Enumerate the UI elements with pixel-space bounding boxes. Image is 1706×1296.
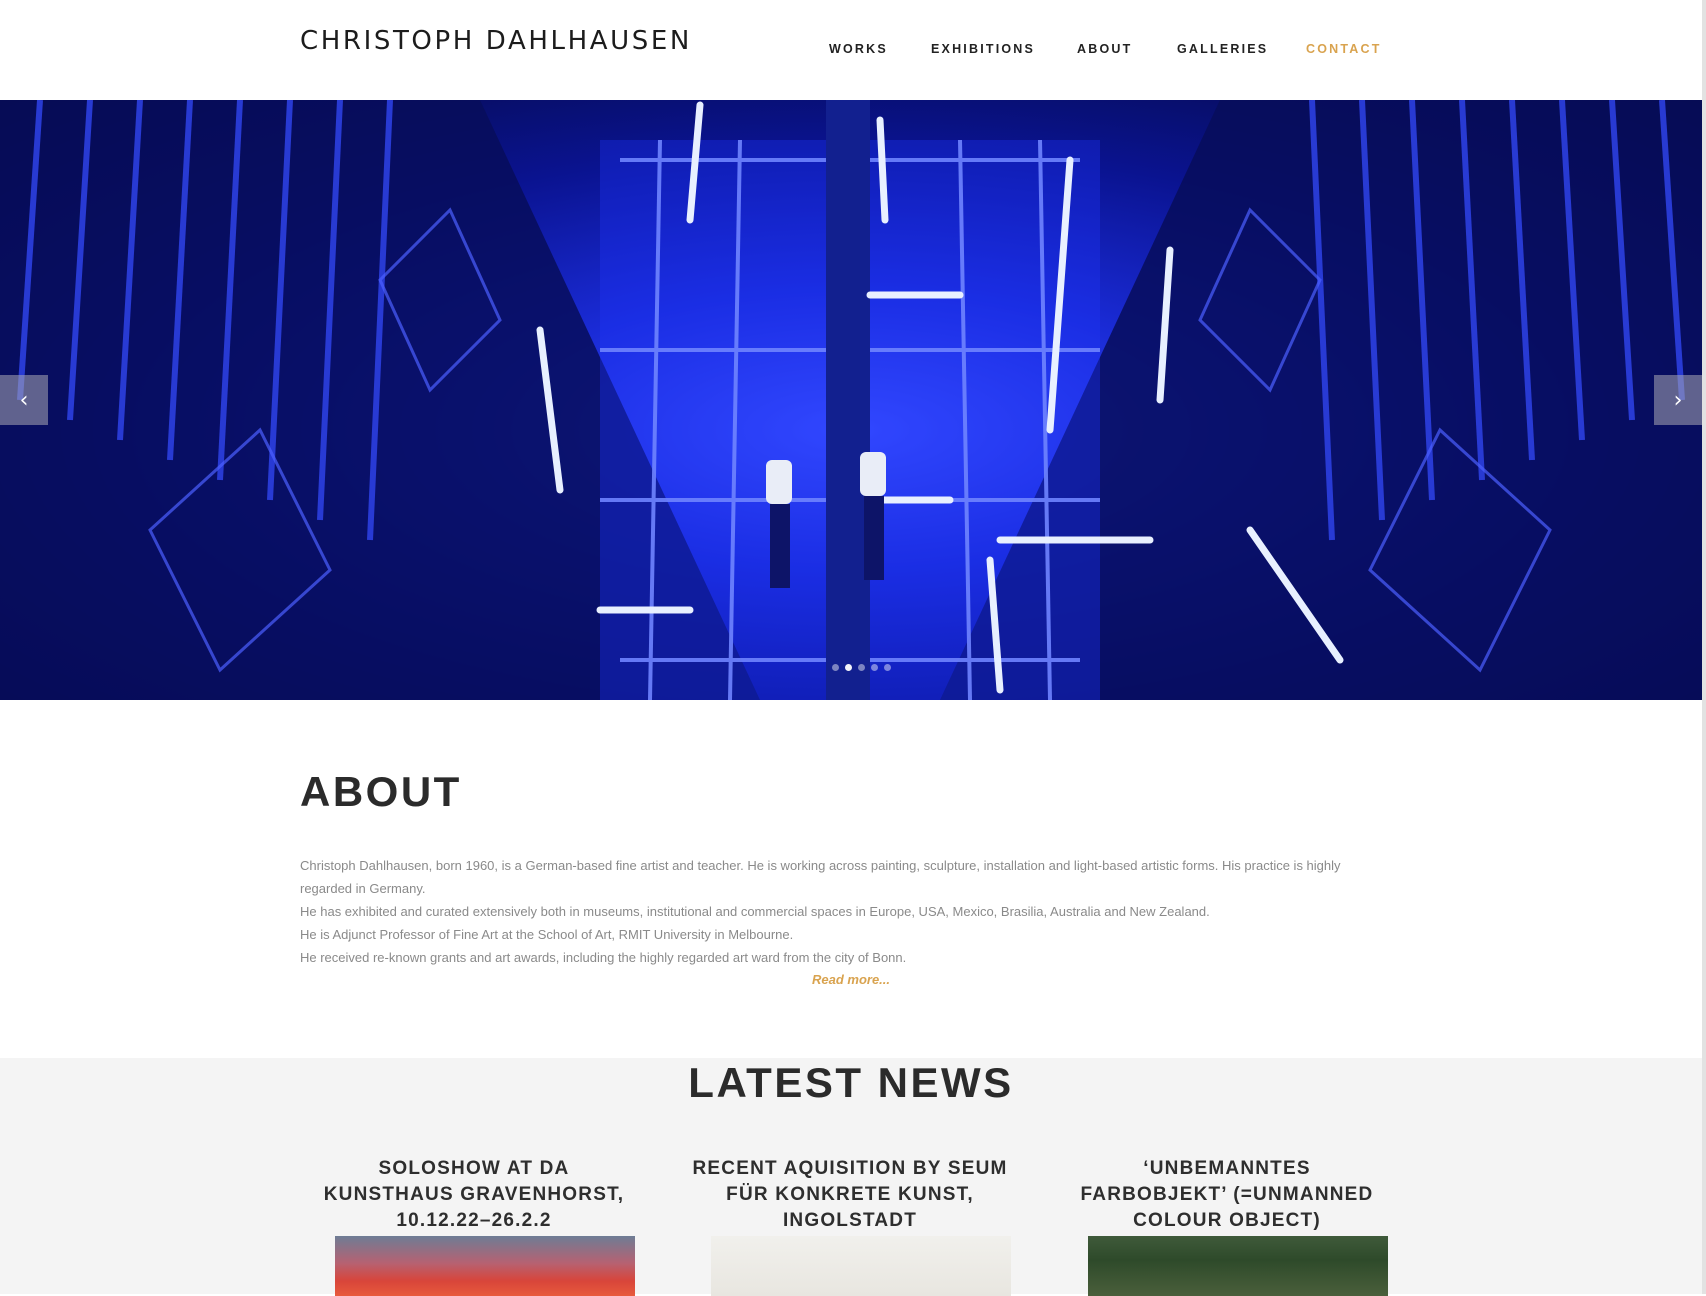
nav-item-contact[interactable]: CONTACT: [1306, 42, 1382, 56]
news-item: ‘UNBEMANNTES FARBOBJEKT’ (=UNMANNED COLO…: [1067, 1156, 1388, 1296]
hero-image: [0, 100, 1702, 700]
about-paragraph: He is Adjunct Professor of Fine Art at t…: [300, 927, 794, 942]
slider-dot[interactable]: [832, 664, 839, 671]
about-heading: ABOUT: [300, 768, 462, 815]
news-item-title[interactable]: SOLOSHOW AT DA KUNSTHAUS GRAVENHORST, 10…: [314, 1156, 634, 1234]
main-nav: WORKS EXHIBITIONS ABOUT GALLERIES CONTAC…: [0, 42, 1706, 62]
latest-news-heading: LATEST NEWS: [688, 1059, 1014, 1106]
slider-dot[interactable]: [858, 664, 865, 671]
slider-dot[interactable]: [871, 664, 878, 671]
about-text: Christoph Dahlhausen, born 1960, is a Ge…: [300, 854, 1380, 969]
news-item: SOLOSHOW AT DA KUNSTHAUS GRAVENHORST, 10…: [314, 1156, 635, 1296]
nav-item-about[interactable]: ABOUT: [1077, 42, 1132, 56]
news-item-thumbnail[interactable]: [711, 1236, 1011, 1296]
page-scrollbar[interactable]: [1702, 0, 1706, 1294]
slider-prev-button[interactable]: ‹: [0, 375, 48, 425]
site-header: CHRISTOPH DAHLHAUSEN WORKS EXHIBITIONS A…: [0, 0, 1706, 100]
about-paragraph: He has exhibited and curated extensively…: [300, 904, 1210, 919]
nav-item-exhibitions[interactable]: EXHIBITIONS: [931, 42, 1035, 56]
slider-dot[interactable]: [884, 664, 891, 671]
slider-pagination: [832, 664, 891, 671]
news-item-thumbnail[interactable]: [335, 1236, 635, 1296]
nav-item-galleries[interactable]: GALLERIES: [1177, 42, 1268, 56]
slider-next-button[interactable]: ›: [1654, 375, 1702, 425]
about-paragraph: He received re-known grants and art awar…: [300, 950, 907, 965]
news-item-thumbnail[interactable]: [1088, 1236, 1388, 1296]
slider-dot[interactable]: [845, 664, 852, 671]
latest-news-section: LATEST NEWS SOLOSHOW AT DA KUNSTHAUS GRA…: [0, 1058, 1702, 1296]
nav-item-works[interactable]: WORKS: [829, 42, 888, 56]
hero-slider: ‹ ›: [0, 100, 1702, 700]
news-item-title[interactable]: ‘UNBEMANNTES FARBOBJEKT’ (=UNMANNED COLO…: [1067, 1156, 1387, 1234]
about-paragraph: Christoph Dahlhausen, born 1960, is a Ge…: [300, 858, 1341, 896]
news-item-title[interactable]: RECENT AQUISITION BY SEUM FÜR KONKRETE K…: [690, 1156, 1010, 1234]
news-item: RECENT AQUISITION BY SEUM FÜR KONKRETE K…: [690, 1156, 1011, 1296]
read-more-link[interactable]: Read more...: [0, 972, 1702, 987]
